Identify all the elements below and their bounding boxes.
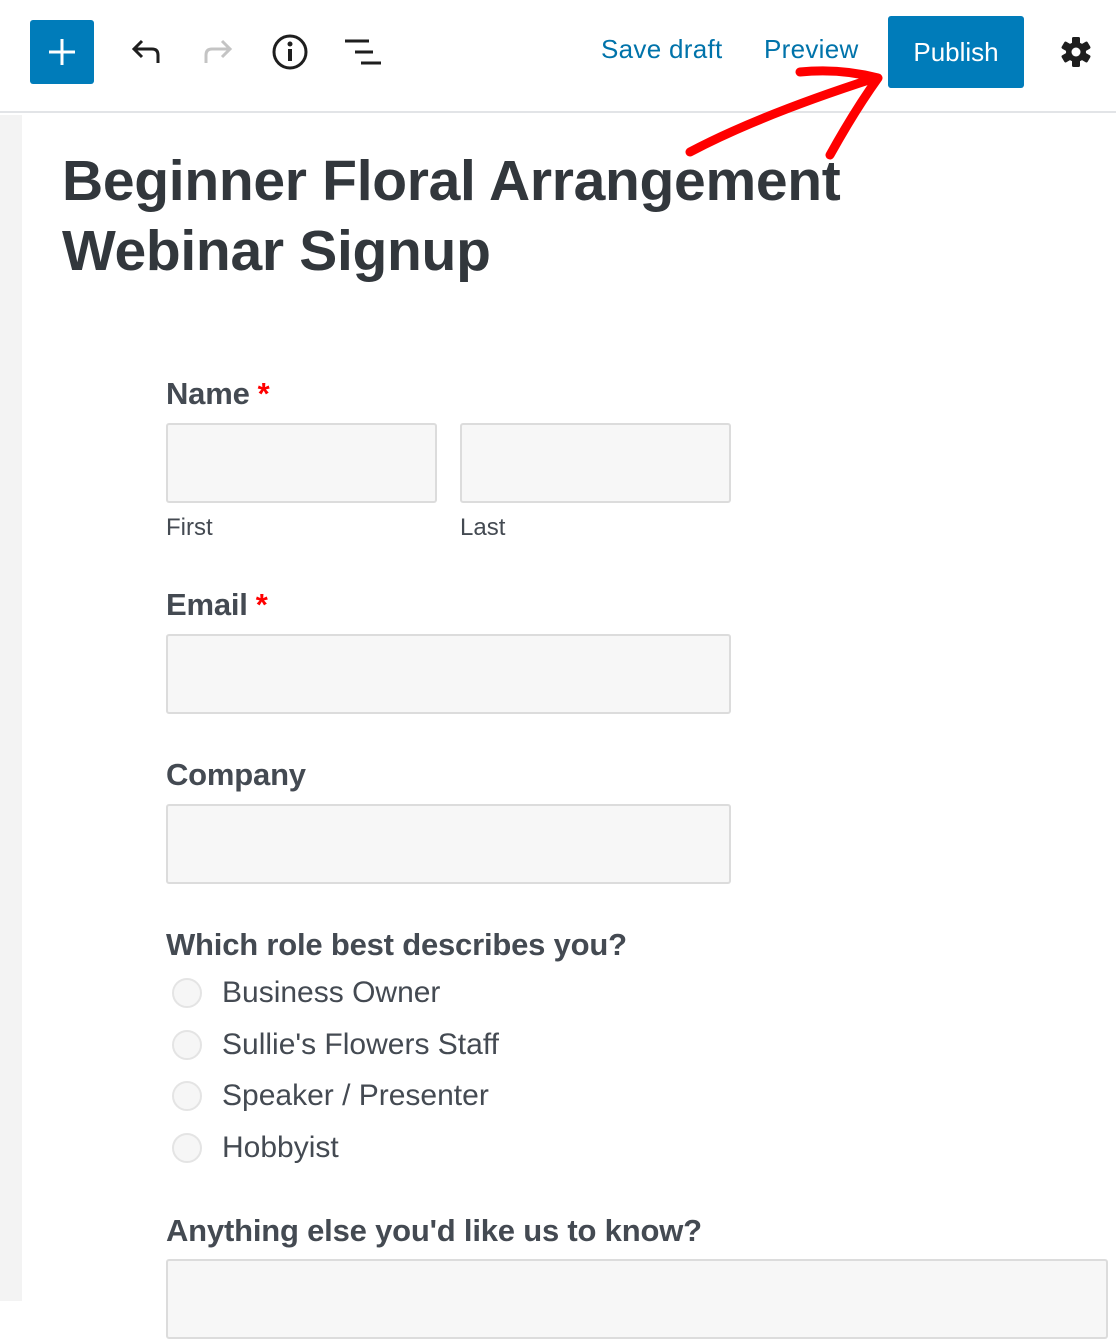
settings-button[interactable] xyxy=(1054,30,1098,74)
last-name-input[interactable] xyxy=(460,423,731,503)
role-option[interactable]: Business Owner xyxy=(172,976,440,1010)
redo-icon xyxy=(204,39,233,63)
radio-label: Hobbyist xyxy=(222,1131,339,1164)
editor-toolbar: Save draft Preview Publish xyxy=(0,0,1116,113)
radio-button[interactable] xyxy=(172,978,202,1008)
add-block-button[interactable] xyxy=(30,20,94,84)
name-label-text: Name xyxy=(166,376,250,411)
company-label: Company xyxy=(166,757,306,792)
required-asterisk: * xyxy=(257,376,270,411)
info-icon xyxy=(272,34,308,70)
email-label: Email * xyxy=(166,587,268,623)
role-label: Which role best describes you? xyxy=(166,927,627,962)
comments-label: Anything else you'd like us to know? xyxy=(166,1213,702,1248)
block-navigation-button[interactable] xyxy=(340,30,384,74)
role-option[interactable]: Hobbyist xyxy=(172,1131,339,1165)
first-name-input[interactable] xyxy=(166,423,437,503)
post-title[interactable]: Beginner Floral Arrangement Webinar Sign… xyxy=(62,146,1062,286)
role-option[interactable]: Sullie's Flowers Staff xyxy=(172,1028,499,1062)
company-input[interactable] xyxy=(166,804,731,884)
radio-button[interactable] xyxy=(172,1133,202,1163)
editor-left-gutter xyxy=(0,115,22,1301)
comments-textarea[interactable] xyxy=(166,1259,1108,1339)
required-asterisk: * xyxy=(255,587,268,622)
role-option[interactable]: Speaker / Presenter xyxy=(172,1079,489,1113)
preview-button[interactable]: Preview xyxy=(764,34,859,65)
radio-label: Speaker / Presenter xyxy=(222,1079,489,1112)
info-button[interactable] xyxy=(268,30,312,74)
undo-icon xyxy=(131,39,160,63)
list-outline-icon xyxy=(345,39,381,65)
redo-button[interactable] xyxy=(196,30,240,74)
gear-icon xyxy=(1061,37,1091,67)
name-label: Name * xyxy=(166,376,270,412)
radio-button[interactable] xyxy=(172,1081,202,1111)
radio-label: Business Owner xyxy=(222,976,441,1009)
radio-button[interactable] xyxy=(172,1030,202,1060)
publish-button[interactable]: Publish xyxy=(888,16,1024,88)
plus-icon xyxy=(49,39,75,65)
email-label-text: Email xyxy=(166,587,248,622)
radio-label: Sullie's Flowers Staff xyxy=(222,1028,499,1061)
email-input[interactable] xyxy=(166,634,731,714)
undo-button[interactable] xyxy=(124,30,168,74)
last-name-sublabel: Last xyxy=(460,514,506,541)
first-name-sublabel: First xyxy=(166,514,213,541)
save-draft-button[interactable]: Save draft xyxy=(601,34,723,65)
